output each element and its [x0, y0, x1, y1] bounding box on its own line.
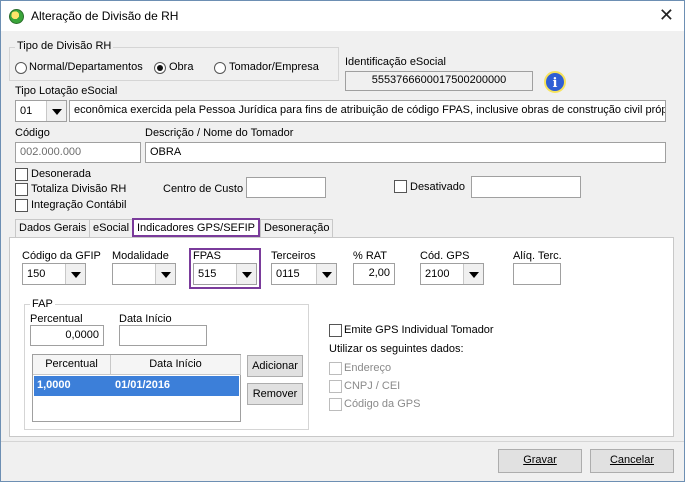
fap-percentual-field[interactable]: 0,0000 [30, 325, 104, 346]
modalidade-label: Modalidade [112, 250, 169, 262]
codigo-gps-checkbox[interactable] [329, 398, 342, 411]
cod-gps-combo[interactable]: 2100 [420, 263, 484, 285]
cnpj-checkbox[interactable] [329, 380, 342, 393]
desativado-field[interactable] [471, 176, 581, 198]
integracao-checkbox[interactable] [15, 199, 28, 212]
desativado-checkbox[interactable] [394, 180, 407, 193]
aliq-terc-field[interactable] [513, 263, 561, 285]
endereco-label: Endereço [344, 362, 392, 374]
footer-divider [1, 441, 684, 442]
totaliza-label: Totaliza Divisão RH [31, 183, 127, 195]
radio-obra[interactable] [154, 62, 166, 74]
codigo-gfip-combo[interactable]: 150 [22, 263, 86, 285]
terceiros-label: Terceiros [271, 250, 316, 262]
chevron-down-icon[interactable] [65, 264, 85, 284]
desonerada-checkbox[interactable] [15, 168, 28, 181]
window-title: Alteração de Divisão de RH [31, 9, 179, 23]
tab-desoneracao[interactable]: Desoneração [260, 219, 334, 237]
centro-custo-field[interactable] [246, 177, 326, 198]
rat-label: % RAT [353, 250, 388, 262]
descricao-field[interactable]: OBRA [145, 142, 666, 163]
radio-tomador-label: Tomador/Empresa [229, 61, 319, 73]
fap-row-percentual: 1,0000 [37, 379, 71, 391]
desonerada-label: Desonerada [31, 168, 91, 180]
codigo-field[interactable]: 002.000.000 [15, 142, 141, 163]
identificacao-field: 5553766600017500200000 [345, 71, 533, 91]
chevron-down-icon[interactable] [236, 264, 256, 284]
tab-indicadores-gps-sefip[interactable]: Indicadores GPS/SEFIP [132, 218, 260, 237]
totaliza-checkbox[interactable] [15, 183, 28, 196]
tipo-lotacao-code: 01 [20, 105, 33, 117]
dialog-window: Alteração de Divisão de RH ✕ Tipo de Div… [0, 0, 685, 482]
app-icon [9, 9, 24, 24]
radio-obra-label: Obra [169, 61, 194, 73]
modalidade-combo[interactable] [112, 263, 176, 285]
tipo-lotacao-description: econômica exercida pela Pessoa Jurídica … [69, 100, 666, 122]
integracao-label: Integração Contábil [31, 199, 127, 211]
fpas-value: 515 [198, 268, 217, 280]
emite-gps-label: Emite GPS Individual Tomador [344, 324, 494, 336]
fap-table[interactable]: Percentual Data Início 1,0000 01/01/2016 [32, 354, 241, 422]
chevron-down-icon[interactable] [155, 264, 175, 284]
fap-data-inicio-label: Data Início [119, 313, 172, 325]
close-icon[interactable]: ✕ [659, 6, 674, 24]
fpas-combo[interactable]: 515 [193, 263, 257, 285]
cod-gps-label: Cód. GPS [420, 250, 470, 262]
fap-row-data-inicio: 01/01/2016 [115, 379, 171, 391]
terceiros-combo[interactable]: 0115 [271, 263, 337, 285]
codigo-gfip-label: Código da GFIP [22, 250, 101, 262]
tipo-lotacao-label: Tipo Lotação eSocial [15, 85, 118, 97]
desativado-label: Desativado [410, 181, 466, 193]
radio-tomador[interactable] [214, 62, 226, 74]
utilizar-label: Utilizar os seguintes dados: [329, 343, 464, 355]
chevron-down-icon[interactable] [46, 101, 66, 121]
radio-normal-label: Normal/Departamentos [29, 61, 143, 73]
fpas-label: FPAS [193, 250, 221, 262]
tipo-divisao-legend: Tipo de Divisão RH [15, 40, 114, 52]
fap-legend: FAP [30, 298, 55, 310]
tipo-lotacao-combo[interactable]: 01 [15, 100, 67, 122]
fap-col-data-inicio[interactable]: Data Início [111, 355, 241, 375]
tab-esocial[interactable]: eSocial [89, 219, 134, 237]
table-row[interactable]: 1,0000 01/01/2016 [34, 376, 239, 396]
chevron-down-icon[interactable] [316, 264, 336, 284]
fap-col-percentual[interactable]: Percentual [33, 355, 111, 375]
cnpj-label: CNPJ / CEI [344, 380, 401, 392]
gravar-button[interactable]: Gravar [498, 449, 582, 473]
emite-gps-checkbox[interactable] [329, 324, 342, 337]
centro-custo-label: Centro de Custo [163, 183, 244, 195]
chevron-down-icon[interactable] [463, 264, 483, 284]
terceiros-value: 0115 [276, 268, 300, 280]
fap-percentual-label: Percentual [30, 313, 83, 325]
tab-dados-gerais[interactable]: Dados Gerais [15, 219, 91, 237]
cancelar-label: Cancelar [609, 454, 655, 466]
codigo-gps-label: Código da GPS [344, 398, 421, 410]
remover-button[interactable]: Remover [247, 383, 303, 405]
gravar-label: Gravar [523, 454, 557, 466]
codigo-gfip-value: 150 [27, 268, 46, 280]
descricao-label: Descrição / Nome do Tomador [145, 127, 294, 139]
rat-field[interactable]: 2,00 [353, 263, 395, 285]
adicionar-button[interactable]: Adicionar [247, 355, 303, 377]
info-icon[interactable]: i [544, 71, 566, 93]
cancelar-button[interactable]: Cancelar [590, 449, 674, 473]
cod-gps-value: 2100 [425, 268, 450, 280]
radio-normal[interactable] [15, 62, 27, 74]
title-bar: Alteração de Divisão de RH ✕ [1, 1, 684, 31]
aliq-terc-label: Alíq. Terc. [513, 250, 562, 262]
codigo-label: Código [15, 127, 50, 139]
fap-data-inicio-field[interactable] [119, 325, 207, 346]
endereco-checkbox[interactable] [329, 362, 342, 375]
identificacao-label: Identificação eSocial [345, 56, 446, 68]
